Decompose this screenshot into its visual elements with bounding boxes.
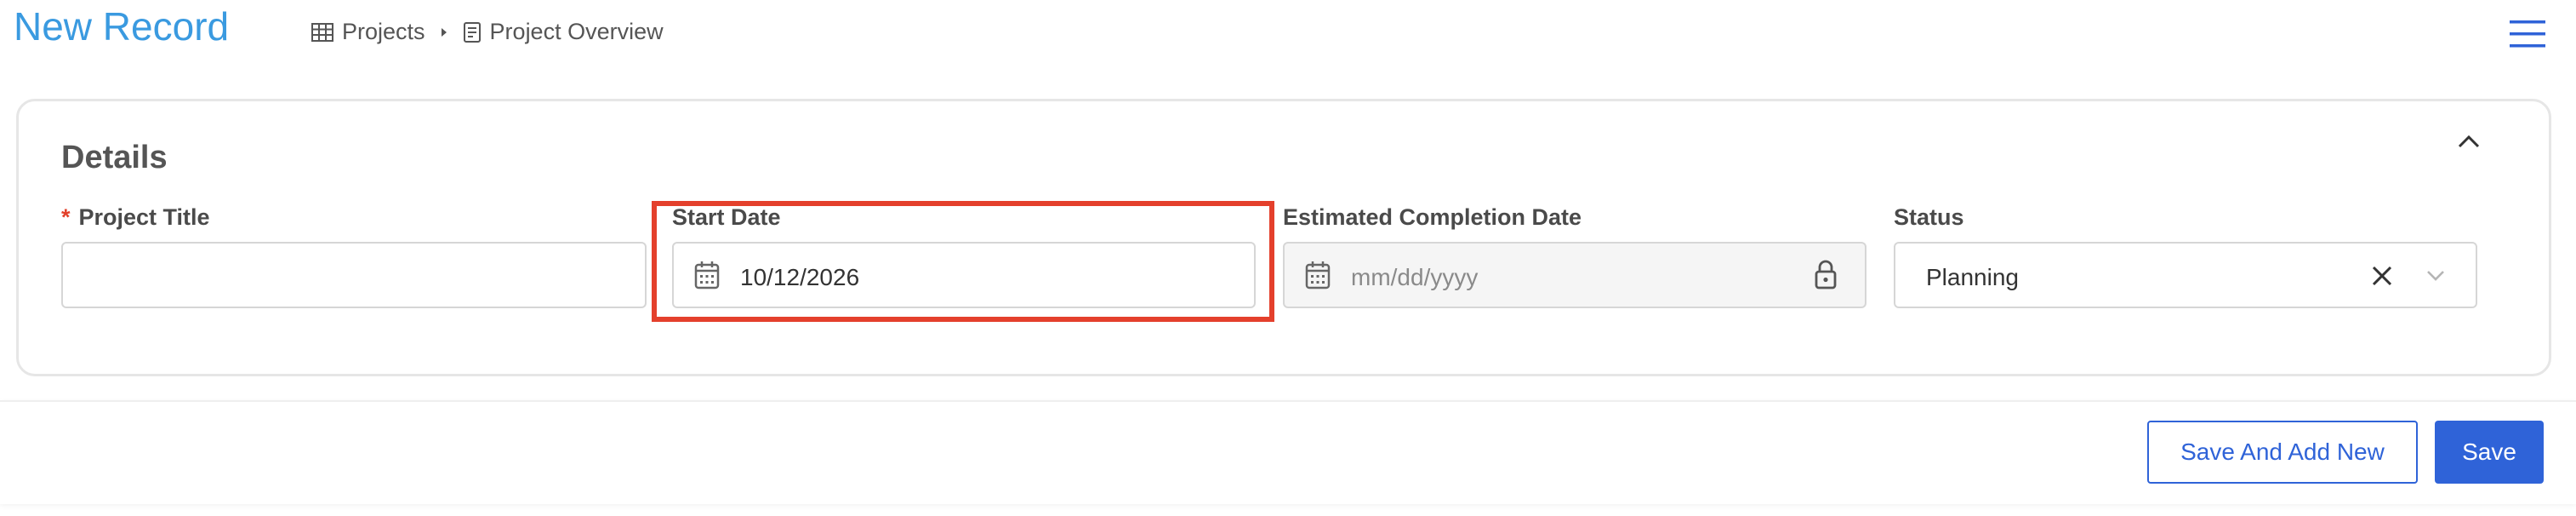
breadcrumb-label: Project Overview <box>489 19 664 44</box>
estimated-completion-date-label: Estimated Completion Date <box>1283 204 1582 230</box>
caret-right-icon <box>441 27 447 37</box>
status-value: Planning <box>1926 264 2019 290</box>
hamburger-menu-icon[interactable] <box>2508 17 2547 51</box>
project-title-label: * Project Title <box>61 204 210 230</box>
breadcrumb-label: Projects <box>342 19 425 44</box>
required-marker: * <box>61 204 71 230</box>
estimated-completion-date-placeholder: mm/dd/yyyy <box>1351 264 1479 290</box>
lock-icon <box>1814 259 1838 294</box>
status-select[interactable]: Planning <box>1894 242 2477 308</box>
save-button[interactable]: Save <box>2435 421 2544 484</box>
start-date-input[interactable]: 10/12/2026 <box>672 242 1256 308</box>
table-icon <box>311 22 333 42</box>
breadcrumb-item-project-overview[interactable]: Project Overview <box>463 19 664 45</box>
chevron-down-icon[interactable] <box>2425 267 2447 289</box>
details-card <box>16 99 2551 376</box>
document-icon <box>463 21 482 43</box>
calendar-icon <box>1305 261 1331 294</box>
clear-icon[interactable] <box>2370 264 2394 292</box>
page-title: New Record <box>14 4 230 49</box>
breadcrumb-item-projects[interactable]: Projects <box>311 19 425 45</box>
save-and-add-new-button[interactable]: Save And Add New <box>2147 421 2418 484</box>
chevron-up-icon[interactable] <box>2452 128 2486 157</box>
section-title: Details <box>61 140 168 175</box>
start-date-label: Start Date <box>672 204 781 230</box>
start-date-value: 10/12/2026 <box>740 264 860 290</box>
estimated-completion-date-input[interactable]: mm/dd/yyyy <box>1283 242 1866 308</box>
project-title-input[interactable] <box>61 242 647 308</box>
breadcrumb: Projects Project Overview <box>311 19 664 45</box>
status-label: Status <box>1894 204 1964 230</box>
calendar-icon <box>694 261 720 294</box>
page-header: New Record Projects Project Overview <box>0 0 2576 68</box>
